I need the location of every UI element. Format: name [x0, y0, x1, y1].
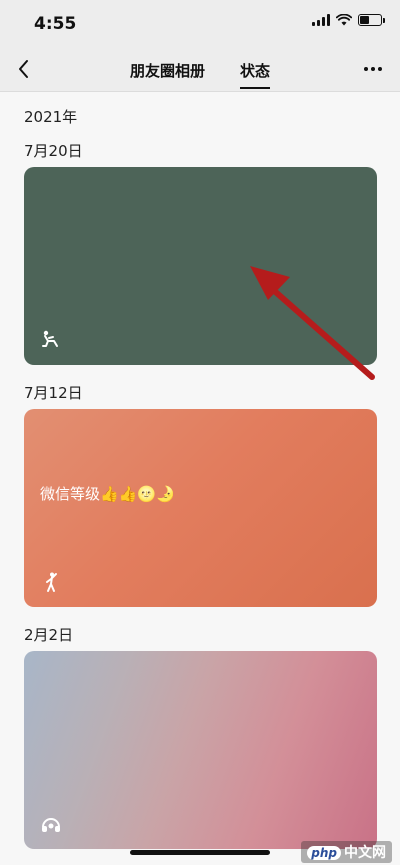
home-indicator [130, 850, 270, 855]
status-timeline: 2021年 7月20日 7月12日 微信等级👍👍🌝🌛 2月2日 [0, 92, 400, 865]
status-text: 微信等级👍👍🌝🌛 [40, 485, 175, 503]
watermark-logo: php [307, 846, 341, 860]
status-icons [312, 14, 385, 26]
status-card[interactable] [24, 167, 377, 365]
wifi-icon [336, 14, 352, 26]
more-options-icon[interactable] [362, 60, 384, 78]
date-label: 7月12日 [24, 384, 83, 402]
watermark: php 中文网 [301, 841, 392, 863]
date-label: 2月2日 [24, 626, 74, 644]
year-heading: 2021年 [24, 108, 78, 126]
back-arrow-icon[interactable] [12, 56, 38, 82]
cellular-signal-icon [312, 14, 330, 26]
watermark-text: 中文网 [344, 845, 386, 861]
status-time: 4:55 [34, 14, 77, 34]
tab-status[interactable]: 状态 [240, 60, 270, 81]
battery-icon [358, 14, 385, 26]
date-label: 7月20日 [24, 142, 83, 160]
status-card[interactable] [24, 651, 377, 849]
status-bar: 4:55 [0, 0, 400, 46]
status-headphones-icon [42, 818, 60, 832]
status-dance-icon [46, 572, 57, 592]
status-pose-icon [42, 330, 58, 347]
tab-moments-album[interactable]: 朋友圈相册 [130, 60, 205, 81]
active-tab-indicator [240, 87, 270, 89]
nav-bar: 朋友圈相册 状态 [0, 46, 400, 92]
status-card[interactable]: 微信等级👍👍🌝🌛 [24, 409, 377, 607]
